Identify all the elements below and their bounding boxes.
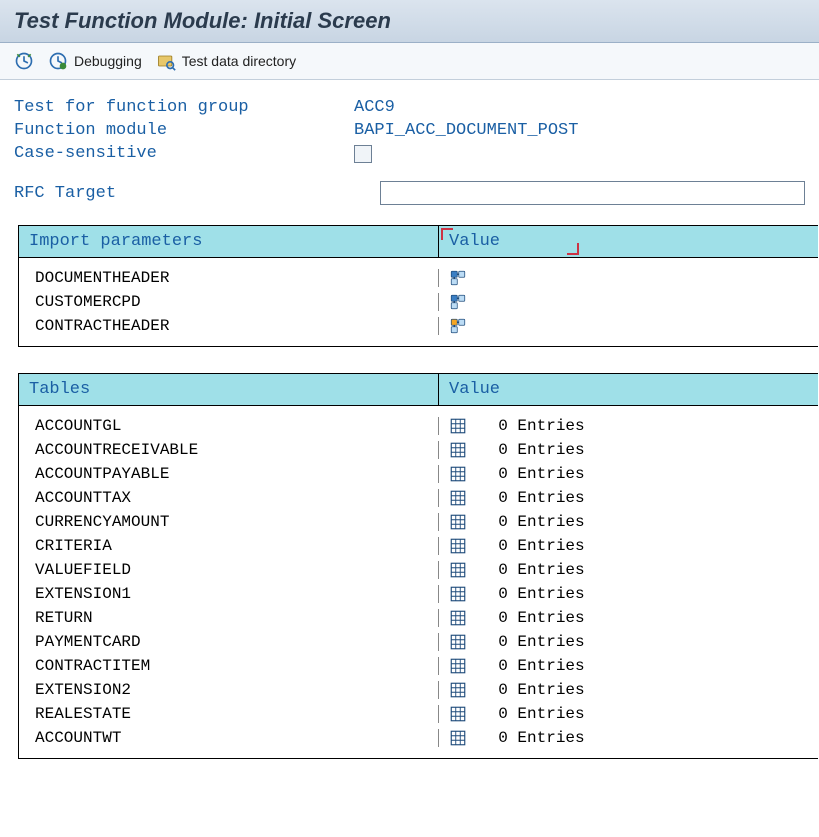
table-row: CURRENCYAMOUNT 0 Entries [19,510,818,534]
table-row: ACCOUNTGL 0 Entries [19,414,818,438]
table-icon[interactable] [449,441,467,459]
param-name: CONTRACTHEADER [19,317,439,335]
tables-section: Tables Value ACCOUNTGL 0 EntriesACCOUNTR… [18,373,818,759]
table-icon[interactable] [449,729,467,747]
table-icon[interactable] [449,465,467,483]
execute-button[interactable] [14,51,34,71]
table-name: REALESTATE [19,705,439,723]
structure-icon[interactable] [449,293,467,311]
table-row: ACCOUNTPAYABLE 0 Entries [19,462,818,486]
table-icon[interactable] [449,681,467,699]
table-row: CRITERIA 0 Entries [19,534,818,558]
table-row: EXTENSION1 0 Entries [19,582,818,606]
tables-value-header: Value [439,374,818,405]
entries-count: 0 Entries [479,537,585,555]
clock-debug-icon [48,51,68,71]
import-value-header: Value [439,226,818,257]
table-icon[interactable] [449,561,467,579]
entries-count: 0 Entries [479,585,585,603]
table-icon[interactable] [449,513,467,531]
table-icon[interactable] [449,489,467,507]
table-row: PAYMENTCARD 0 Entries [19,630,818,654]
structure-icon[interactable] [449,317,467,335]
title-bar: Test Function Module: Initial Screen [0,0,819,43]
entries-count: 0 Entries [479,561,585,579]
import-param-row: CUSTOMERCPD [19,290,818,314]
toolbar: Debugging Test data directory [0,43,819,80]
entries-count: 0 Entries [479,441,585,459]
table-name: CRITERIA [19,537,439,555]
param-name: DOCUMENTHEADER [19,269,439,287]
table-icon[interactable] [449,537,467,555]
function-module-label: Function module [14,121,354,140]
page-title: Test Function Module: Initial Screen [14,8,805,34]
entries-count: 0 Entries [479,489,585,507]
debugging-label: Debugging [74,53,142,69]
table-name: PAYMENTCARD [19,633,439,651]
table-icon[interactable] [449,657,467,675]
debugging-button[interactable]: Debugging [48,51,142,71]
function-module-value: BAPI_ACC_DOCUMENT_POST [354,121,578,140]
entries-count: 0 Entries [479,465,585,483]
header-info: Test for function group ACC9 Function mo… [0,80,819,211]
table-row: ACCOUNTWT 0 Entries [19,726,818,750]
table-name: CONTRACTITEM [19,657,439,675]
entries-count: 0 Entries [479,417,585,435]
table-name: EXTENSION2 [19,681,439,699]
entries-count: 0 Entries [479,705,585,723]
import-parameters-section: Import parameters Value DOCUMENTHEADER CU… [18,225,818,347]
table-row: RETURN 0 Entries [19,606,818,630]
entries-count: 0 Entries [479,513,585,531]
function-group-label: Test for function group [14,98,354,117]
table-name: ACCOUNTRECEIVABLE [19,441,439,459]
table-name: ACCOUNTTAX [19,489,439,507]
entries-count: 0 Entries [479,633,585,651]
rfc-target-label: RFC Target [14,184,340,203]
table-icon[interactable] [449,705,467,723]
test-data-label: Test data directory [182,53,296,69]
param-name: CUSTOMERCPD [19,293,439,311]
test-data-button[interactable]: Test data directory [156,51,296,71]
import-param-row: CONTRACTHEADER [19,314,818,338]
table-icon[interactable] [449,633,467,651]
table-name: ACCOUNTGL [19,417,439,435]
entries-count: 0 Entries [479,681,585,699]
table-name: ACCOUNTWT [19,729,439,747]
table-row: REALESTATE 0 Entries [19,702,818,726]
import-param-row: DOCUMENTHEADER [19,266,818,290]
table-icon[interactable] [449,585,467,603]
table-icon[interactable] [449,417,467,435]
table-row: VALUEFIELD 0 Entries [19,558,818,582]
rfc-target-input[interactable] [380,181,805,205]
entries-count: 0 Entries [479,609,585,627]
case-sensitive-checkbox[interactable] [354,145,372,163]
table-row: ACCOUNTRECEIVABLE 0 Entries [19,438,818,462]
table-name: RETURN [19,609,439,627]
folder-search-icon [156,51,176,71]
function-group-value: ACC9 [354,98,395,117]
table-row: EXTENSION2 0 Entries [19,678,818,702]
structure-icon[interactable] [449,269,467,287]
table-name: CURRENCYAMOUNT [19,513,439,531]
table-row: CONTRACTITEM 0 Entries [19,654,818,678]
clock-run-icon [14,51,34,71]
table-name: EXTENSION1 [19,585,439,603]
table-name: VALUEFIELD [19,561,439,579]
case-sensitive-label: Case-sensitive [14,144,354,163]
table-row: ACCOUNTTAX 0 Entries [19,486,818,510]
entries-count: 0 Entries [479,729,585,747]
import-params-header: Import parameters [19,226,439,257]
entries-count: 0 Entries [479,657,585,675]
tables-header: Tables [19,374,439,405]
table-icon[interactable] [449,609,467,627]
table-name: ACCOUNTPAYABLE [19,465,439,483]
